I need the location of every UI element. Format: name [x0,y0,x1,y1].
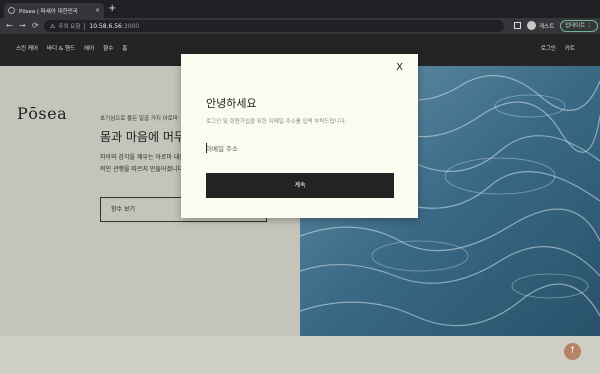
close-icon[interactable]: X [396,62,403,73]
text-caret [206,143,207,153]
url-divider [84,22,86,30]
browser-tab[interactable]: Pōsea | 파세아 대한민국 × [4,3,104,18]
url-port: :3000 [121,22,140,30]
insecure-label: 주의 요함 [58,24,81,30]
browser-tab-strip: Pōsea | 파세아 대한민국 × + [0,0,600,18]
new-tab-button[interactable]: + [108,3,116,15]
forward-icon[interactable]: → [19,20,26,32]
insecure-warning-icon: ⚠ [50,22,56,30]
tab-close-icon[interactable]: × [95,7,100,14]
url-host: 10.58.6.56 [89,22,122,30]
url-input[interactable]: ⚠ 주의 요함 10.58.6.56 :3000 [44,20,504,32]
email-field[interactable] [206,142,393,156]
tab-title: Pōsea | 파세아 대한민국 [19,8,78,15]
back-icon[interactable]: ← [6,20,13,32]
profile-name: 게스트 [539,23,555,30]
side-panel-icon[interactable] [514,22,521,29]
continue-button[interactable]: 계속 [206,173,394,198]
modal-title: 안녕하세요 [206,97,257,110]
site-favicon-icon [8,7,15,14]
update-button[interactable]: 업데이트 ⋮ [560,20,598,32]
reload-icon[interactable]: ⟳ [32,20,39,32]
profile-avatar-icon [527,21,536,30]
login-modal: X 안녕하세요 로그인 및 회원가입을 위한 이메일 주소를 입력 부탁드립니다… [181,54,418,218]
address-bar-row: ← → ⟳ ⚠ 주의 요함 10.58.6.56 :3000 게스트 업데이트 … [0,18,600,34]
modal-subtitle: 로그인 및 회원가입을 위한 이메일 주소를 입력 부탁드립니다. [206,119,347,125]
profile-button[interactable]: 게스트 [527,21,554,30]
